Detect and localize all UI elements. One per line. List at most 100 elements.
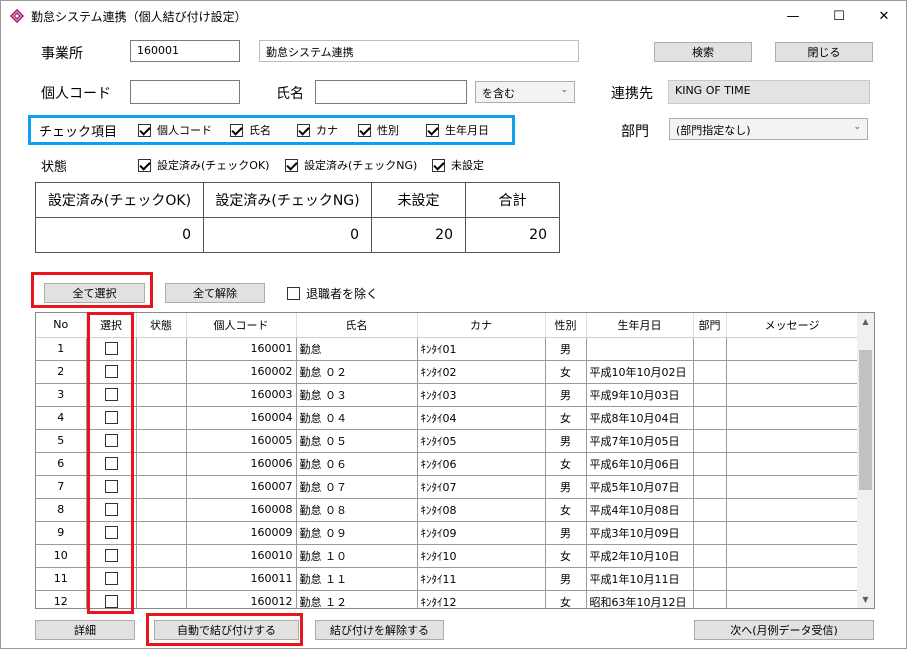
column-header-no[interactable]: No (36, 313, 87, 338)
cell-message (726, 521, 859, 545)
checkbox-icon (287, 287, 300, 300)
status-unset[interactable]: 未設定 (432, 157, 484, 173)
cell-name: 勤怠 １２ (296, 590, 418, 608)
cell-message (726, 429, 859, 453)
scroll-up-icon[interactable]: ▲ (857, 313, 874, 330)
table-row[interactable]: 5 160005 勤怠 ０５ ｷﾝﾀｲ05 男平成7年10月05日 (36, 429, 859, 453)
match-mode-select[interactable]: を含む ⌄ (475, 81, 575, 103)
highlight-blue-box (28, 115, 515, 145)
cell-kana: ｷﾝﾀｲ12 (417, 590, 546, 608)
search-button[interactable]: 検索 (654, 42, 752, 62)
close-button[interactable]: 閉じる (775, 42, 873, 62)
cell-gender: 男 (545, 521, 587, 545)
maximize-button[interactable]: ☐ (816, 1, 862, 31)
cell-name: 勤怠 １０ (296, 544, 418, 568)
cell-department (693, 429, 727, 453)
table-row[interactable]: 12 160012 勤怠 １２ ｷﾝﾀｲ12 女昭和63年10月12日 (36, 590, 859, 608)
cell-name: 勤怠 ０７ (296, 475, 418, 499)
cell-person-code: 160011 (186, 567, 297, 591)
column-header-gender[interactable]: 性別 (545, 313, 587, 338)
column-header-person-code[interactable]: 個人コード (186, 313, 297, 338)
status-checked-ok[interactable]: 設定済み(チェックOK) (138, 157, 269, 173)
cell-person-code: 160012 (186, 590, 297, 608)
office-code-field[interactable]: 160001 (130, 40, 240, 62)
column-header-message[interactable]: メッセージ (726, 313, 859, 338)
cell-birthdate: 平成5年10月07日 (586, 475, 694, 499)
cell-kana: ｷﾝﾀｲ05 (417, 429, 546, 453)
next-button[interactable]: 次へ(月例データ受信) (694, 620, 874, 640)
main-window: 勤怠システム連携（個人結び付け設定） — ☐ ✕ 事業所 160001 勤怠シス… (0, 0, 907, 649)
app-icon (10, 9, 24, 23)
cell-name: 勤怠 ０５ (296, 429, 418, 453)
detail-button[interactable]: 詳細 (35, 620, 135, 640)
cell-name: 勤怠 ０９ (296, 521, 418, 545)
scrollbar-thumb[interactable] (859, 350, 872, 490)
department-label: 部門 (621, 124, 649, 140)
cell-birthdate: 昭和63年10月12日 (586, 590, 694, 608)
table-row[interactable]: 1 160001 勤怠 ｷﾝﾀｲ01 男 (36, 337, 859, 361)
summary-header: 未設定 (371, 182, 466, 218)
summary-header: 合計 (465, 182, 560, 218)
unlink-button[interactable]: 結び付けを解除する (315, 620, 444, 640)
cell-gender: 女 (545, 360, 587, 384)
status-checked-ng[interactable]: 設定済み(チェックNG) (285, 157, 417, 173)
department-value: (部門指定なし) (676, 124, 751, 137)
cell-department (693, 590, 727, 608)
cell-kana: ｷﾝﾀｲ02 (417, 360, 546, 384)
chevron-down-icon: ⌄ (560, 85, 568, 95)
summary-header: 設定済み(チェックOK) (35, 182, 204, 218)
cell-status (136, 544, 187, 568)
cell-department (693, 498, 727, 522)
person-name-field[interactable] (315, 80, 467, 104)
table-row[interactable]: 2 160002 勤怠 ０２ ｷﾝﾀｲ02 女平成10年10月02日 (36, 360, 859, 384)
partner-label: 連携先 (611, 86, 653, 102)
cell-no: 2 (36, 360, 87, 384)
exclude-retired-checkbox[interactable]: 退職者を除く (287, 285, 378, 302)
cell-message (726, 383, 859, 407)
vertical-scrollbar[interactable]: ▲ ▼ (857, 313, 874, 608)
cell-message (726, 452, 859, 476)
person-code-field[interactable] (130, 80, 240, 104)
column-header-birthdate[interactable]: 生年月日 (586, 313, 694, 338)
department-select[interactable]: (部門指定なし) ⌄ (669, 118, 868, 140)
close-window-button[interactable]: ✕ (861, 1, 906, 31)
checkbox-icon (138, 158, 151, 172)
cell-person-code: 160008 (186, 498, 297, 522)
cell-birthdate: 平成8年10月04日 (586, 406, 694, 430)
column-header-department[interactable]: 部門 (693, 313, 727, 338)
cell-kana: ｷﾝﾀｲ08 (417, 498, 546, 522)
cell-name: 勤怠 １１ (296, 567, 418, 591)
table-row[interactable]: 4 160004 勤怠 ０４ ｷﾝﾀｲ04 女平成8年10月04日 (36, 406, 859, 430)
table-row[interactable]: 10 160010 勤怠 １０ ｷﾝﾀｲ10 女平成2年10月10日 (36, 544, 859, 568)
table-row[interactable]: 6 160006 勤怠 ０６ ｷﾝﾀｲ06 女平成6年10月06日 (36, 452, 859, 476)
status-option-label: 設定済み(チェックNG) (304, 159, 418, 172)
table-row[interactable]: 11 160011 勤怠 １１ ｷﾝﾀｲ11 男平成1年10月11日 (36, 567, 859, 591)
cell-no: 12 (36, 590, 87, 608)
cell-person-code: 160005 (186, 429, 297, 453)
cell-kana: ｷﾝﾀｲ10 (417, 544, 546, 568)
column-header-name[interactable]: 氏名 (296, 313, 418, 338)
highlight-red-box-select-column (87, 312, 134, 614)
minimize-button[interactable]: — (770, 1, 816, 31)
cell-person-code: 160004 (186, 406, 297, 430)
table-row[interactable]: 9 160009 勤怠 ０９ ｷﾝﾀｲ09 男平成3年10月09日 (36, 521, 859, 545)
column-header-kana[interactable]: カナ (417, 313, 546, 338)
deselect-all-button[interactable]: 全て解除 (165, 283, 265, 303)
minimize-icon: — (786, 8, 800, 24)
column-header-status[interactable]: 状態 (136, 313, 187, 338)
table-row[interactable]: 3 160003 勤怠 ０３ ｷﾝﾀｲ03 男平成9年10月03日 (36, 383, 859, 407)
cell-no: 7 (36, 475, 87, 499)
table-row[interactable]: 7 160007 勤怠 ０７ ｷﾝﾀｲ07 男平成5年10月07日 (36, 475, 859, 499)
employee-grid[interactable]: No 選択 状態 個人コード 氏名 カナ 性別 生年月日 部門 メッセージ 1 160001 勤怠 ｷﾝ… (35, 312, 875, 609)
cell-message (726, 498, 859, 522)
cell-no: 3 (36, 383, 87, 407)
maximize-icon: ☐ (833, 8, 845, 24)
cell-status (136, 590, 187, 608)
chevron-down-icon: ⌄ (853, 122, 861, 132)
cell-person-code: 160002 (186, 360, 297, 384)
exclude-retired-label: 退職者を除く (306, 287, 379, 301)
scroll-down-icon[interactable]: ▼ (857, 591, 874, 608)
status-option-label: 未設定 (451, 159, 484, 172)
table-row[interactable]: 8 160008 勤怠 ０８ ｷﾝﾀｲ08 女平成4年10月08日 (36, 498, 859, 522)
office-name-field: 勤怠システム連携 (259, 40, 579, 62)
